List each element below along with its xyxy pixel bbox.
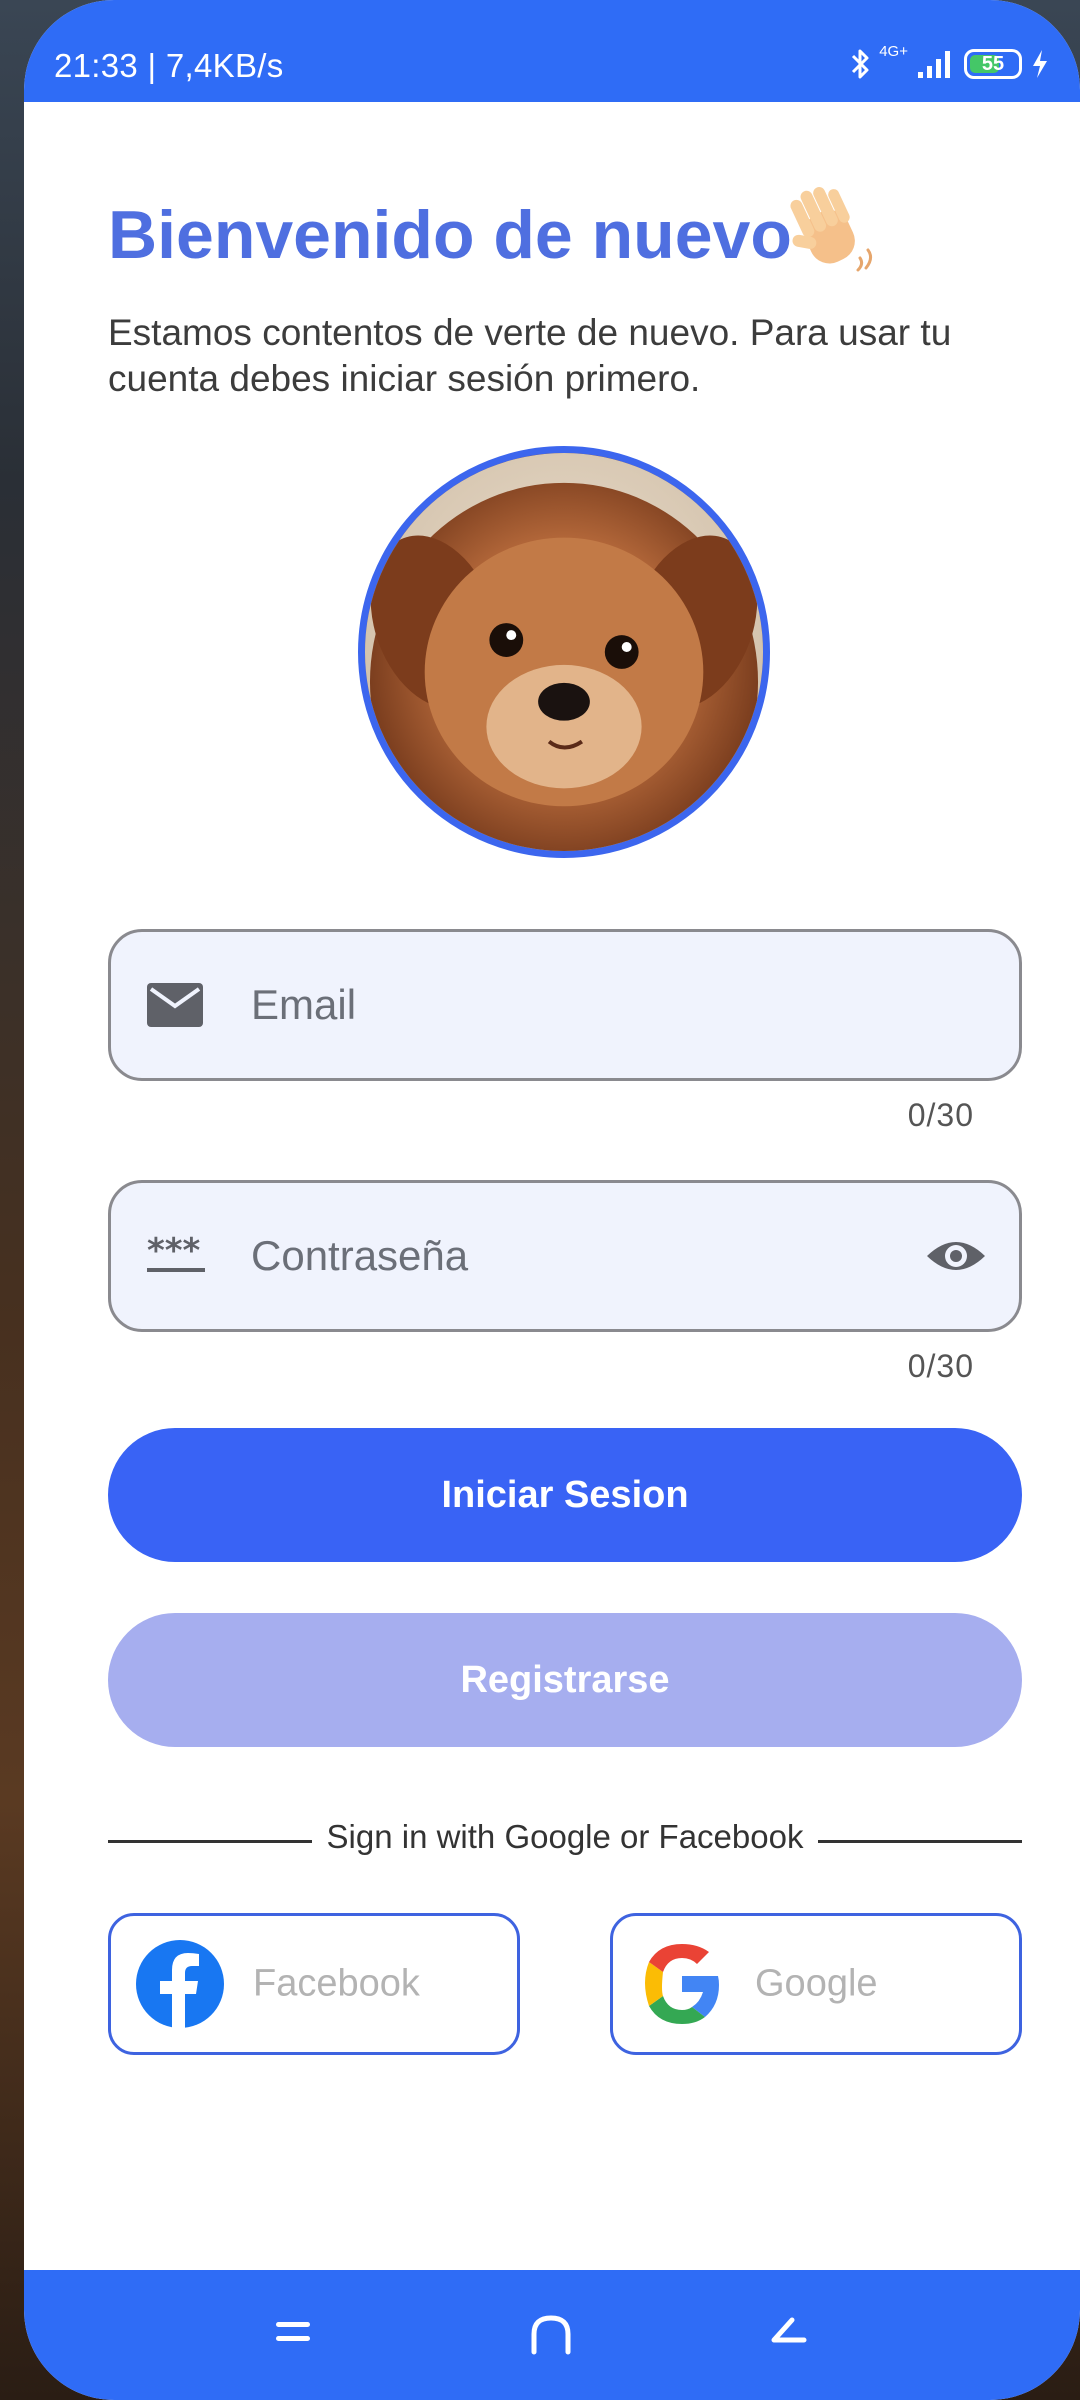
back-icon[interactable] [764,2312,810,2352]
puppy-avatar-image [365,453,763,851]
status-icons: 4G+ 55 [841,44,1050,84]
page-subtitle: Estamos contentos de verte de nuevo. Par… [108,312,952,399]
navigation-bar [24,2270,1080,2400]
svg-text:***: *** [147,1236,201,1271]
facebook-label: Facebook [253,1962,420,2005]
email-input[interactable] [251,981,871,1029]
password-input[interactable] [251,1232,871,1280]
password-field[interactable]: *** [108,1180,1022,1332]
avatar [358,446,770,858]
login-button[interactable]: Iniciar Sesion [108,1428,1022,1562]
menu-icon[interactable] [272,2312,314,2352]
email-field[interactable] [108,929,1022,1081]
battery-percent: 55 [981,52,1005,75]
eye-icon[interactable] [925,1236,987,1276]
social-divider: Sign in with Google or Facebook [108,1812,1022,1862]
google-label: Google [755,1962,878,2005]
divider-text: Sign in with Google or Facebook [326,1818,804,1855]
password-dots-icon: *** [147,1236,205,1272]
divider-line-right [818,1840,1022,1843]
app-screen: 21:33 | 7,4KB/s 4G+ 55 Bienvenido de nue… [24,0,1080,2400]
facebook-icon [136,1940,224,2029]
waving-hand-icon [790,187,873,272]
home-icon[interactable] [528,2312,574,2356]
status-time-speed: 21:33 | 7,4KB/s [54,47,284,84]
bluetooth-icon [852,49,869,79]
battery-icon: 55 [964,49,1022,79]
mail-icon [147,983,203,1027]
charging-icon [1033,50,1047,78]
google-icon [645,1944,719,2024]
page-title: Bienvenido de nuevo [108,197,792,273]
facebook-login-button[interactable]: Facebook [108,1913,520,2055]
email-char-counter: 0/30 [907,1097,974,1133]
google-login-button[interactable]: Google [610,1913,1022,2055]
register-button[interactable]: Registrarse [108,1613,1022,1747]
signal-icon [918,51,950,78]
status-bar: 21:33 | 7,4KB/s 4G+ 55 [24,0,1080,102]
password-char-counter: 0/30 [907,1348,974,1384]
network-type-label: 4G+ [879,43,908,60]
